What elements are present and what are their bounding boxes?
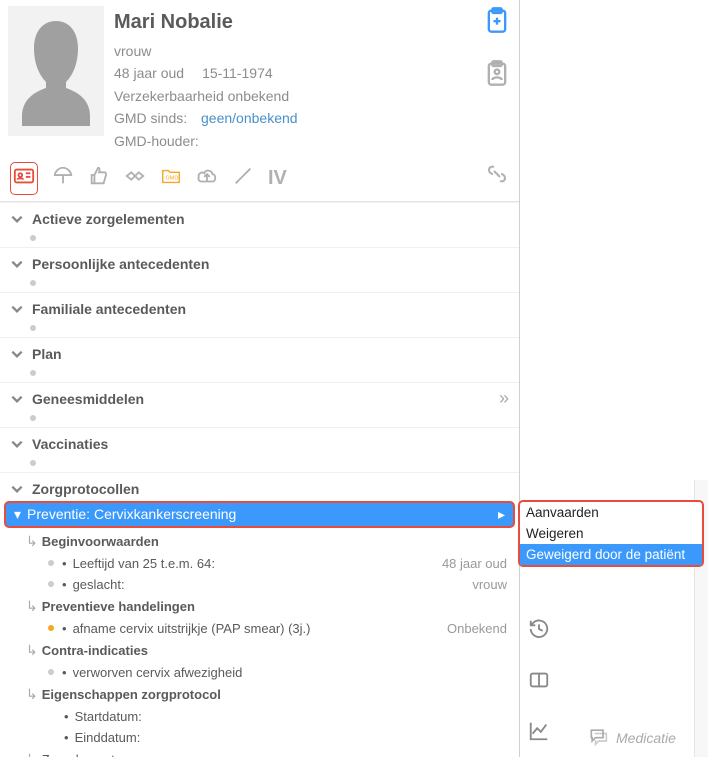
link-icon[interactable] <box>485 162 509 191</box>
section-persoonlijke[interactable]: Persoonlijke antecedenten <box>0 247 519 292</box>
layout-icon[interactable] <box>528 669 550 696</box>
chevron-down-icon <box>10 212 24 226</box>
triangle-down-icon: ▾ <box>14 506 21 523</box>
chevron-down-icon <box>10 302 24 316</box>
patient-age-dob: 48 jaar oud15-11-1974 <box>114 62 511 84</box>
item-geslacht: •geslacht:vrouw <box>20 574 519 595</box>
item-einddatum: •Einddatum: <box>20 727 519 748</box>
group-zorgelement: Zorgelement: geen <box>42 752 151 757</box>
id-card-icon[interactable] <box>10 162 38 195</box>
chevron-down-icon <box>10 257 24 271</box>
patient-header: Mari Nobalie vrouw 48 jaar oud15-11-1974… <box>0 0 519 156</box>
syringe-icon[interactable] <box>232 165 254 192</box>
menu-item[interactable]: Weigeren <box>520 523 702 544</box>
menu-item[interactable]: Aanvaarden <box>520 502 702 523</box>
chevron-down-icon <box>10 482 24 496</box>
item-pap-smear: •afname cervix uitstrijkje (PAP smear) (… <box>20 618 519 639</box>
branch-icon: ↳ <box>26 533 38 550</box>
chevron-down-icon <box>10 392 24 406</box>
group-contra: Contra-indicaties <box>42 643 148 658</box>
group-beginvoorwaarden: Beginvoorwaarden <box>42 534 159 549</box>
history-icon[interactable] <box>528 618 550 645</box>
item-startdatum: •Startdatum: <box>20 706 519 727</box>
patient-insurability: Verzekerbaarheid onbekend <box>114 85 511 107</box>
section-plan[interactable]: Plan <box>0 337 519 382</box>
clipboard-person-icon[interactable] <box>483 59 511 92</box>
patient-gmd-since: GMD sinds: geen/onbekend <box>114 107 511 129</box>
more-icon[interactable]: » <box>499 388 507 409</box>
item-contra-1: •verworven cervix afwezigheid <box>20 662 519 683</box>
handshake-icon[interactable] <box>124 165 146 192</box>
context-menu: AanvaardenWeigerenGeweigerd door de pati… <box>518 500 704 567</box>
group-preventieve: Preventieve handelingen <box>42 599 195 614</box>
section-zorgprotocollen[interactable]: Zorgprotocollen ▾ Preventie: Cervixkanke… <box>0 472 519 757</box>
branch-icon: ↳ <box>26 686 38 703</box>
group-eigenschappen: Eigenschappen zorgprotocol <box>42 687 221 702</box>
umbrella-icon[interactable] <box>52 165 74 192</box>
protocol-title: Preventie: Cervixkankerscreening <box>27 506 236 522</box>
medicatie-label: Medicatie <box>616 730 676 746</box>
cloud-upload-icon[interactable] <box>196 165 218 192</box>
clipboard-add-icon[interactable] <box>483 6 511 39</box>
section-familiale[interactable]: Familiale antecedenten <box>0 292 519 337</box>
thumbs-up-icon[interactable] <box>88 165 110 192</box>
patient-gender: vrouw <box>114 40 511 62</box>
patient-gmd-holder: GMD-houder: <box>114 130 511 152</box>
branch-icon: ↳ <box>26 598 38 615</box>
chevron-down-icon <box>10 437 24 451</box>
chart-icon[interactable] <box>528 720 550 747</box>
branch-icon: ↳ <box>26 642 38 659</box>
item-leeftijd: •Leeftijd van 25 t.e.m. 64:48 jaar oud <box>20 553 519 574</box>
branch-icon: ↳ <box>26 751 38 757</box>
iv-text-icon[interactable]: IV <box>268 167 287 190</box>
protocol-cervix-row[interactable]: ▾ Preventie: Cervixkankerscreening ▸ <box>4 501 515 528</box>
patient-avatar <box>8 6 104 136</box>
svg-text:GMD: GMD <box>166 176 179 182</box>
section-geneesmiddelen[interactable]: Geneesmiddelen» <box>0 382 519 427</box>
chat-icon[interactable] <box>588 726 608 749</box>
right-panel: Medicatie <box>520 0 708 757</box>
menu-item[interactable]: Geweigerd door de patiënt <box>520 544 702 565</box>
patient-name: Mari Nobalie <box>114 6 511 38</box>
section-vaccinaties[interactable]: Vaccinaties <box>0 427 519 472</box>
gmd-folder-icon[interactable]: GMD <box>160 165 182 192</box>
submenu-arrow-icon: ▸ <box>498 506 505 523</box>
section-actieve[interactable]: Actieve zorgelementen <box>0 202 519 247</box>
chevron-down-icon <box>10 347 24 361</box>
toolbar: GMD IV <box>0 156 519 202</box>
